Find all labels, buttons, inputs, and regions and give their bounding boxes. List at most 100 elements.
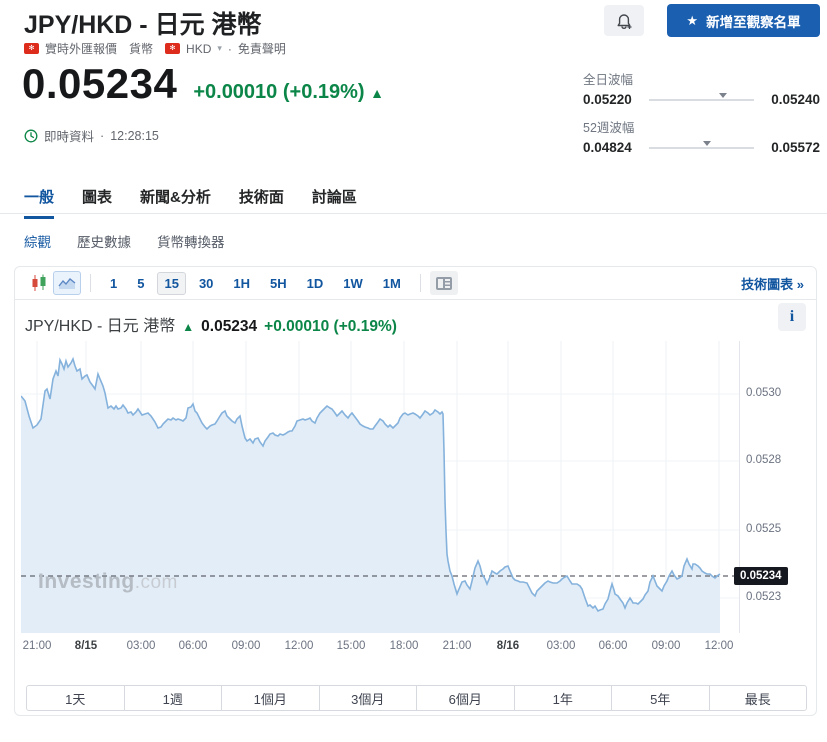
chart-price-change: +0.00010 (+0.19%) <box>264 318 397 335</box>
timeframe-5H[interactable]: 5H <box>263 272 294 295</box>
period-最長[interactable]: 最長 <box>708 686 807 710</box>
timeframe-group: 1 5 15 30 1H 5H 1D 1W 1M <box>100 271 411 295</box>
bell-plus-icon <box>617 13 632 29</box>
day-range-label: 全日波幅 <box>583 73 634 87</box>
dot-separator: · <box>100 128 105 143</box>
x-tick-12:00: 12:00 <box>284 640 314 652</box>
investing-watermark: Investing.com <box>38 570 178 594</box>
day-range-row: 0.05220 0.05240 <box>583 92 820 107</box>
x-tick-15:00: 15:00 <box>336 640 366 652</box>
quote-time: 12:28:15 <box>110 128 159 143</box>
breadcrumb-forex-link[interactable]: 實時外匯報價 <box>45 40 117 57</box>
watchlist-button-label: 新增至觀察名單 <box>706 14 801 30</box>
subtab-貨幣轉換器[interactable]: 貨幣轉換器 <box>157 231 225 251</box>
x-tick-06:00: 06:00 <box>598 640 628 652</box>
timeframe-1[interactable]: 1 <box>103 272 124 295</box>
timeframe-1H[interactable]: 1H <box>226 272 257 295</box>
hk-flag-icon: ✻ <box>165 43 181 54</box>
subtab-歷史數據[interactable]: 歷史數據 <box>77 231 131 251</box>
chart-instrument-title: JPY/HKD - 日元 港幣 <box>25 318 176 335</box>
realtime-label: 即時資料 <box>44 130 95 144</box>
breadcrumb-separator: · <box>227 41 232 56</box>
x-tick-03:00: 03:00 <box>126 640 156 652</box>
price-change: +0.00010 (+0.19%) ▲ <box>193 81 384 104</box>
tab-討論區[interactable]: 討論區 <box>312 186 357 219</box>
week52-range-high: 0.05572 <box>771 140 820 155</box>
timeframe-1M[interactable]: 1M <box>376 272 408 295</box>
hk-flag-icon: ✻ <box>24 43 39 54</box>
period-1個月[interactable]: 1個月 <box>221 686 319 710</box>
x-tick-8/15: 8/15 <box>74 640 98 652</box>
line-chart-button[interactable] <box>53 271 81 295</box>
candlestick-icon <box>32 274 46 291</box>
period-1天[interactable]: 1天 <box>27 686 124 710</box>
x-tick-03:00: 03:00 <box>546 640 576 652</box>
x-tick-21:00: 21:00 <box>22 640 52 652</box>
realtime-status: 即時資料 · 12:28:15 <box>24 126 159 145</box>
x-tick-18:00: 18:00 <box>389 640 419 652</box>
candlestick-chart-button[interactable] <box>25 271 53 295</box>
period-6個月[interactable]: 6個月 <box>416 686 514 710</box>
day-range-high: 0.05240 <box>771 92 820 107</box>
create-alert-button[interactable] <box>604 5 644 36</box>
subtab-綜觀[interactable]: 綜觀 <box>24 231 51 251</box>
day-range-low: 0.05220 <box>583 92 632 107</box>
disclaimer-link[interactable]: 免責聲明 <box>238 40 286 57</box>
week52-range-label: 52週波幅 <box>583 121 635 135</box>
line-chart-icon <box>58 278 76 289</box>
main-tabs: 一般 圖表 新聞&分析 技術面 討論區 <box>24 186 357 219</box>
clock-icon <box>24 129 38 142</box>
quote-page: JPY/HKD - 日元 港幣 ★ 新增至觀察名單 ✻ 實時外匯報價 貨幣 ✻ … <box>0 0 827 742</box>
x-tick-8/16: 8/16 <box>496 640 520 652</box>
tab-圖表[interactable]: 圖表 <box>82 186 112 219</box>
x-tick-06:00: 06:00 <box>178 640 208 652</box>
last-price: 0.05234 <box>22 60 178 107</box>
chevron-down-icon[interactable]: ▾ <box>217 43 222 54</box>
timeframe-1W[interactable]: 1W <box>336 272 370 295</box>
x-tick-09:00: 09:00 <box>651 640 681 652</box>
chart-up-arrow-icon: ▲ <box>182 320 195 334</box>
quote-price-row: 0.05234 +0.00010 (+0.19%) ▲ <box>22 60 384 108</box>
news-icon <box>435 276 452 290</box>
day-range-bar <box>649 92 754 101</box>
week52-range-bar <box>649 140 754 149</box>
current-price-tag: 0.05234 <box>734 567 788 585</box>
add-to-watchlist-button[interactable]: ★ 新增至觀察名單 <box>667 4 820 37</box>
chart-header: JPY/HKD - 日元 港幣 ▲ 0.05234 +0.00010 (+0.1… <box>25 312 397 336</box>
y-tick-0.0530: 0.0530 <box>746 387 782 399</box>
week52-range-row: 0.04824 0.05572 <box>583 140 820 155</box>
period-5年[interactable]: 5年 <box>611 686 709 710</box>
x-tick-09:00: 09:00 <box>231 640 261 652</box>
x-tick-12:00: 12:00 <box>704 640 734 652</box>
toolbar-separator <box>419 274 421 292</box>
chart-info-button[interactable]: i <box>778 303 806 331</box>
chart-widget: 1 5 15 30 1H 5H 1D 1W 1M 技術圖表 » JPY/HKD - 日元 港幣 … <box>14 266 817 716</box>
star-icon: ★ <box>686 12 699 28</box>
sub-tabs: 綜觀 歷史數據 貨幣轉換器 <box>24 231 225 251</box>
tab-技術面[interactable]: 技術面 <box>239 186 284 219</box>
up-arrow-icon: ▲ <box>370 85 384 101</box>
timeframe-5[interactable]: 5 <box>130 272 151 295</box>
tab-新聞&分析[interactable]: 新聞&分析 <box>140 186 211 219</box>
breadcrumb-hkd-dropdown[interactable]: HKD <box>186 42 211 56</box>
week52-range-marker <box>702 140 711 146</box>
price-change-value: +0.00010 (+0.19%) <box>193 81 365 103</box>
tab-一般[interactable]: 一般 <box>24 186 55 219</box>
technical-chart-link[interactable]: 技術圖表 » <box>741 274 804 293</box>
period-1週[interactable]: 1週 <box>123 686 222 710</box>
day-range-marker <box>718 92 727 98</box>
week52-range-low: 0.04824 <box>583 140 632 155</box>
y-tick-0.0528: 0.0528 <box>746 454 782 466</box>
news-overlay-button[interactable] <box>429 271 458 295</box>
page-title: JPY/HKD - 日元 港幣 <box>24 11 262 39</box>
timeframe-15[interactable]: 15 <box>157 271 186 295</box>
timeframe-30[interactable]: 30 <box>192 272 220 295</box>
breadcrumb-currency-link[interactable]: 貨幣 <box>129 40 153 57</box>
y-tick-0.0525: 0.0525 <box>746 523 782 535</box>
period-1年[interactable]: 1年 <box>513 686 612 710</box>
x-tick-21:00: 21:00 <box>442 640 472 652</box>
period-3個月[interactable]: 3個月 <box>318 686 417 710</box>
watermark-bold: Investing <box>38 570 135 593</box>
timeframe-1D[interactable]: 1D <box>300 272 331 295</box>
ranges-panel: 全日波幅 0.05220 0.05240 52週波幅 0.04824 0.055… <box>583 69 820 165</box>
